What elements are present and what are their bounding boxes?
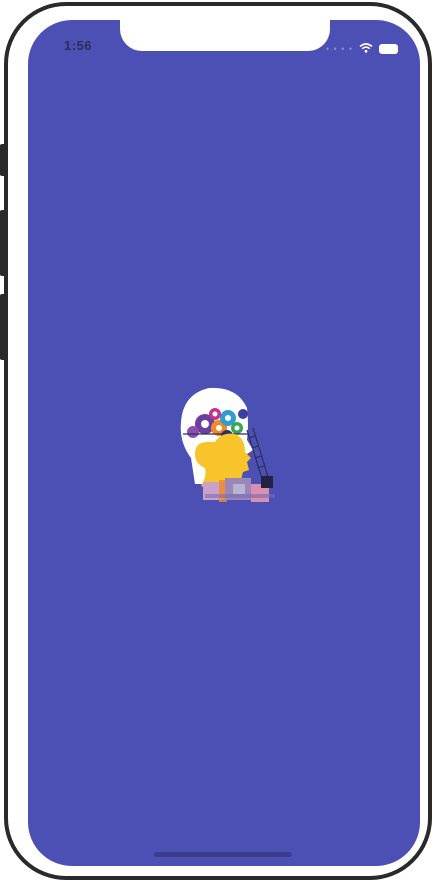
silent-switch xyxy=(0,144,6,176)
app-screen: 1:56 • • • • xyxy=(28,20,420,866)
camera-notch xyxy=(120,20,330,51)
cellular-signal-icon: • • • • xyxy=(325,44,353,54)
home-indicator[interactable] xyxy=(154,852,292,857)
wifi-icon xyxy=(359,40,373,58)
head-with-gears-logo xyxy=(165,384,283,506)
volume-up-button xyxy=(0,210,6,276)
status-icons: • • • • xyxy=(326,40,398,58)
battery-icon xyxy=(379,44,398,54)
volume-down-button xyxy=(0,294,6,360)
status-time: 1:56 xyxy=(64,38,93,53)
